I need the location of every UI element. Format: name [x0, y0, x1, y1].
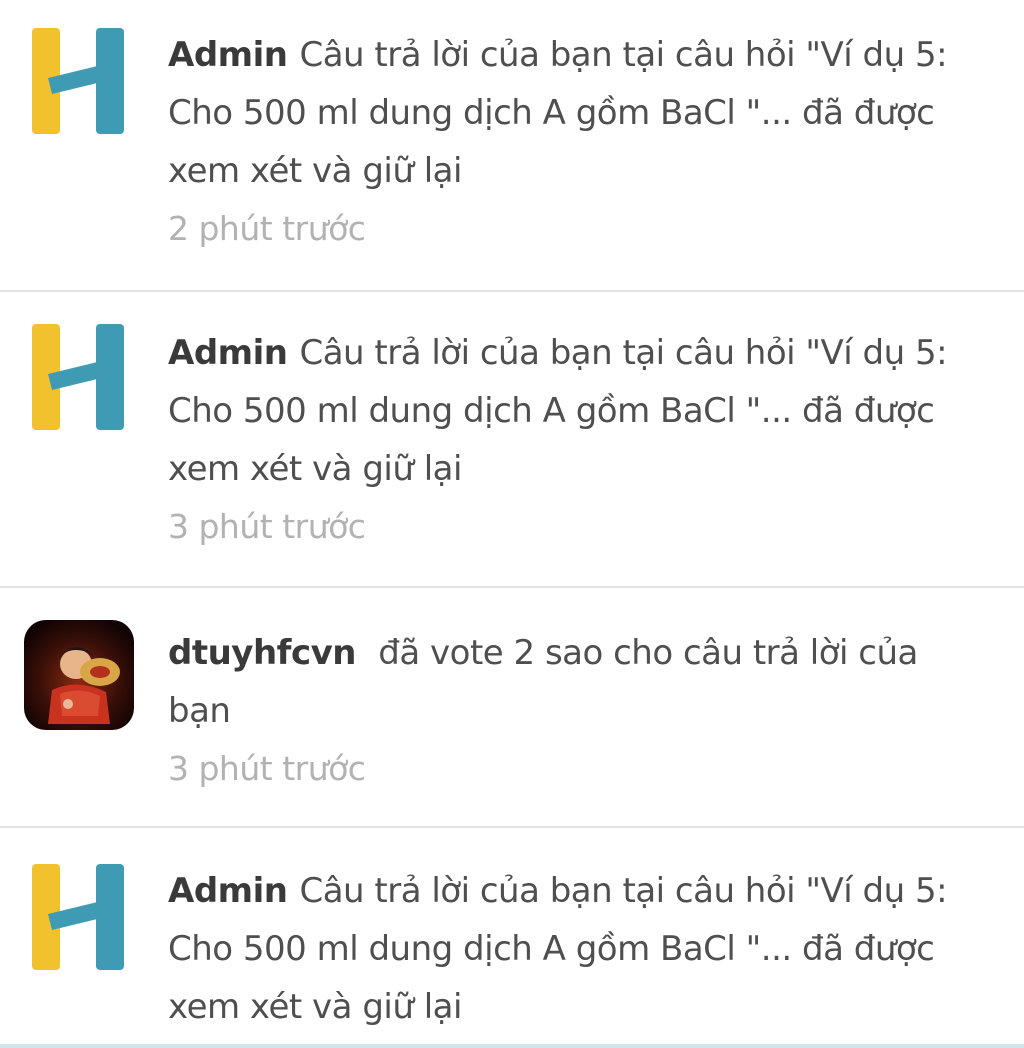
notification-time: 3 phút trước [168, 507, 366, 546]
notification-item[interactable]: Admin Câu trả lời của bạn tại câu hỏi "Ví… [0, 292, 1024, 588]
notification-item[interactable]: dtuyhfcvn đã vote 2 sao cho câu trả lời … [0, 588, 1024, 828]
hoc24-logo-icon[interactable] [24, 862, 134, 972]
notification-content: Admin Câu trả lời của bạn tại câu hỏi "Ví… [168, 862, 984, 1036]
notification-item[interactable]: Admin Câu trả lời của bạn tại câu hỏi "Ví… [0, 0, 1024, 292]
notification-user[interactable]: Admin [168, 35, 288, 75]
notification-user[interactable]: Admin [168, 333, 288, 373]
notification-user[interactable]: dtuyhfcvn [168, 633, 356, 673]
notification-content: Admin Câu trả lời của bạn tại câu hỏi "Ví… [168, 26, 984, 258]
hoc24-logo-icon[interactable] [24, 26, 134, 136]
notification-content: dtuyhfcvn đã vote 2 sao cho câu trả lời … [168, 624, 984, 798]
notification-user[interactable]: Admin [168, 871, 288, 911]
user-avatar[interactable] [24, 620, 134, 730]
list-bottom-border [0, 1044, 1024, 1048]
notification-content: Admin Câu trả lời của bạn tại câu hỏi "Ví… [168, 324, 984, 556]
hoc24-logo-icon[interactable] [24, 322, 134, 432]
notification-list: Admin Câu trả lời của bạn tại câu hỏi "Ví… [0, 0, 1024, 1048]
notification-item[interactable]: Admin Câu trả lời của bạn tại câu hỏi "Ví… [0, 828, 1024, 1044]
notification-time: 2 phút trước [168, 209, 366, 248]
notification-time: 3 phút trước [168, 749, 366, 788]
